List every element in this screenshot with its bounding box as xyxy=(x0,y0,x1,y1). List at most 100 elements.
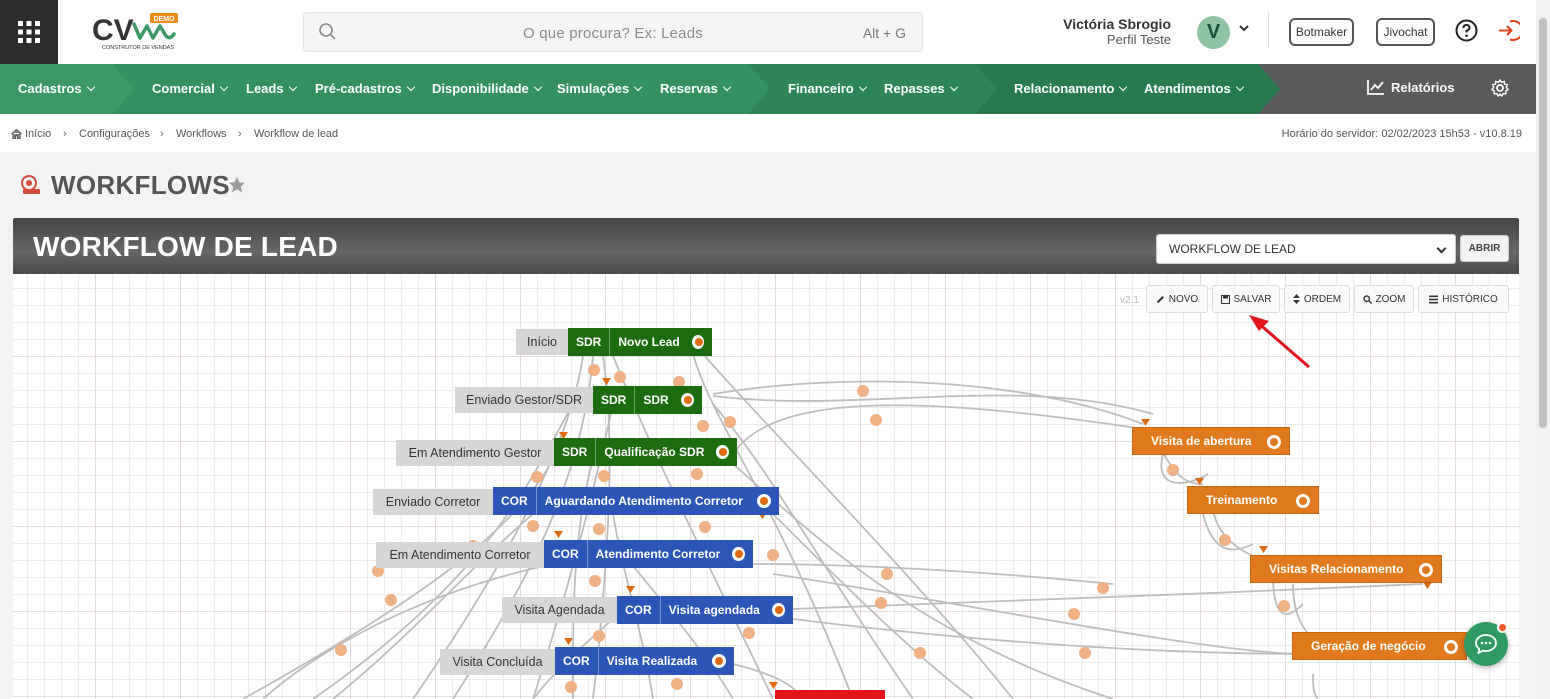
workflow-canvas[interactable]: v2.1 NOVO SALVAR ORDEM ZOOM HISTÓRICO In… xyxy=(13,274,1519,699)
breadcrumb-inicio[interactable]: Início xyxy=(25,128,51,140)
node-port[interactable] xyxy=(1296,494,1310,508)
workflow-select[interactable]: WORKFLOW DE LEAD xyxy=(1156,234,1456,264)
home-icon[interactable] xyxy=(11,129,22,139)
node-visita-agendada[interactable]: COR Visita agendada xyxy=(617,596,793,624)
cv-logo[interactable]: CV DEMO CONSTRUTOR DE VENDAS xyxy=(90,10,185,52)
nav-comercial[interactable]: Comercial xyxy=(152,81,229,96)
node-port[interactable] xyxy=(712,654,726,668)
workflow-panel: WORKFLOW DE LEAD WORKFLOW DE LEAD ABRIR xyxy=(13,218,1519,699)
novo-button[interactable]: NOVO xyxy=(1146,285,1208,313)
node-visita-de-abertura[interactable]: Visita de abertura xyxy=(1132,427,1290,455)
page-scrollbar[interactable] xyxy=(1536,0,1550,699)
state-tag-enviado-gestor: Enviado Gestor/SDR xyxy=(455,387,593,413)
avatar[interactable]: V xyxy=(1197,16,1230,49)
zoom-button[interactable]: ZOOM xyxy=(1354,285,1414,313)
node-port[interactable] xyxy=(771,603,785,617)
sort-icon xyxy=(1292,294,1300,304)
scrollbar-thumb[interactable] xyxy=(1539,18,1547,428)
nav-disponibilidade[interactable]: Disponibilidade xyxy=(432,81,543,96)
state-tag-visita-concluida: Visita Concluída xyxy=(440,649,555,675)
save-icon xyxy=(1220,294,1230,304)
node-group: COR xyxy=(555,647,599,675)
workflow-icon xyxy=(21,175,40,194)
notification-dot xyxy=(1497,622,1508,633)
node-port[interactable] xyxy=(757,494,771,508)
nav-pre-cadastros[interactable]: Pré-cadastros xyxy=(315,81,415,96)
node-port[interactable] xyxy=(1267,435,1281,449)
nav-reservas[interactable]: Reservas xyxy=(660,81,732,96)
nav-atendimentos[interactable]: Atendimentos xyxy=(1144,81,1244,96)
breadcrumb-configuracoes[interactable]: Configurações xyxy=(79,128,150,140)
top-header: CV DEMO CONSTRUTOR DE VENDAS O que procu… xyxy=(0,0,1536,64)
breadcrumb-workflows[interactable]: Workflows xyxy=(176,128,227,140)
node-label: Aguardando Atendimento Corretor xyxy=(544,494,743,508)
node-visitas-relacionamento[interactable]: Visitas Relacionamento xyxy=(1250,555,1442,583)
main-nav: Cadastros Comercial Leads Pré-cadastros … xyxy=(0,64,1536,114)
list-icon xyxy=(1429,295,1439,303)
nav-relatorios[interactable]: Relatórios xyxy=(1367,79,1455,95)
logo-badge: DEMO xyxy=(154,16,176,23)
historico-button[interactable]: HISTÓRICO xyxy=(1418,285,1509,313)
node-group: COR xyxy=(493,487,537,515)
nav-relacionamento[interactable]: Relacionamento xyxy=(1014,81,1128,96)
help-icon[interactable] xyxy=(1455,19,1478,42)
server-time: Horário do servidor: 02/02/2023 15h53 - … xyxy=(1281,128,1522,140)
node-group: SDR xyxy=(568,328,611,356)
node-treinamento[interactable]: Treinamento xyxy=(1187,486,1319,514)
chart-icon xyxy=(1367,80,1384,95)
state-tag-em-atendimento-gestor: Em Atendimento Gestor xyxy=(396,440,554,466)
nav-simulacoes[interactable]: Simulações xyxy=(557,81,643,96)
node-aguardando-atendimento-corretor[interactable]: COR Aguardando Atendimento Corretor xyxy=(493,487,779,515)
global-search[interactable]: O que procura? Ex: Leads Alt + G xyxy=(303,12,923,52)
chat-icon xyxy=(1475,634,1497,654)
state-tag-em-atendimento-corretor: Em Atendimento Corretor xyxy=(376,542,544,568)
divider xyxy=(1268,12,1269,48)
star-icon[interactable] xyxy=(228,176,246,194)
open-button[interactable]: ABRIR xyxy=(1460,235,1509,262)
node-red-partial[interactable] xyxy=(775,690,885,699)
search-shortcut: Alt + G xyxy=(862,25,906,41)
botmaker-button[interactable]: Botmaker xyxy=(1289,18,1354,46)
logout-icon[interactable] xyxy=(1497,19,1520,42)
node-port[interactable] xyxy=(732,547,745,561)
node-novo-lead[interactable]: SDR Novo Lead xyxy=(568,328,712,356)
breadcrumb: Início › Configurações › Workflows › Wor… xyxy=(0,114,1536,152)
nav-financeiro[interactable]: Financeiro xyxy=(788,81,867,96)
breadcrumb-current: Workflow de lead xyxy=(254,128,339,140)
breadcrumb-separator: › xyxy=(238,128,242,140)
node-label: Novo Lead xyxy=(618,335,680,349)
search-placeholder: O que procura? Ex: Leads xyxy=(523,25,703,42)
nav-repasses[interactable]: Repasses xyxy=(884,81,958,96)
node-label: Visitas Relacionamento xyxy=(1269,562,1404,576)
node-group: SDR xyxy=(593,386,636,414)
node-sdr[interactable]: SDR SDR xyxy=(593,386,702,414)
nav-cadastros[interactable]: Cadastros xyxy=(18,81,95,96)
chevron-down-icon[interactable] xyxy=(1238,22,1250,34)
nav-leads[interactable]: Leads xyxy=(246,81,297,96)
node-port[interactable] xyxy=(1444,640,1458,654)
apps-grid-button[interactable] xyxy=(0,0,58,64)
node-label: Geração de negócio xyxy=(1311,639,1426,653)
salvar-button[interactable]: SALVAR xyxy=(1212,285,1280,313)
logo-subtext: CONSTRUTOR DE VENDAS xyxy=(102,45,174,51)
logo-text: CV xyxy=(92,14,134,47)
node-port[interactable] xyxy=(691,335,704,349)
breadcrumb-separator: › xyxy=(160,128,164,140)
node-atendimento-corretor[interactable]: COR Atendimento Corretor xyxy=(544,540,753,568)
search-icon xyxy=(1362,294,1372,304)
user-name[interactable]: Victória Sbrogio xyxy=(1063,16,1171,32)
panel-title: WORKFLOW DE LEAD xyxy=(33,231,338,262)
ordem-button[interactable]: ORDEM xyxy=(1284,285,1350,313)
node-visita-realizada[interactable]: COR Visita Realizada xyxy=(555,647,734,675)
jivochat-button[interactable]: Jivochat xyxy=(1376,18,1435,46)
gear-icon[interactable] xyxy=(1491,79,1509,97)
node-label: Treinamento xyxy=(1206,493,1278,507)
node-qualificacao-sdr[interactable]: SDR Qualificação SDR xyxy=(554,438,737,466)
node-port[interactable] xyxy=(1419,563,1433,577)
nav-background xyxy=(0,64,1536,114)
node-group: SDR xyxy=(554,438,597,466)
node-port[interactable] xyxy=(680,393,694,407)
node-port[interactable] xyxy=(716,445,729,459)
node-geracao-de-negocio[interactable]: Geração de negócio xyxy=(1292,632,1467,660)
state-tag-enviado-corretor: Enviado Corretor xyxy=(373,489,493,515)
